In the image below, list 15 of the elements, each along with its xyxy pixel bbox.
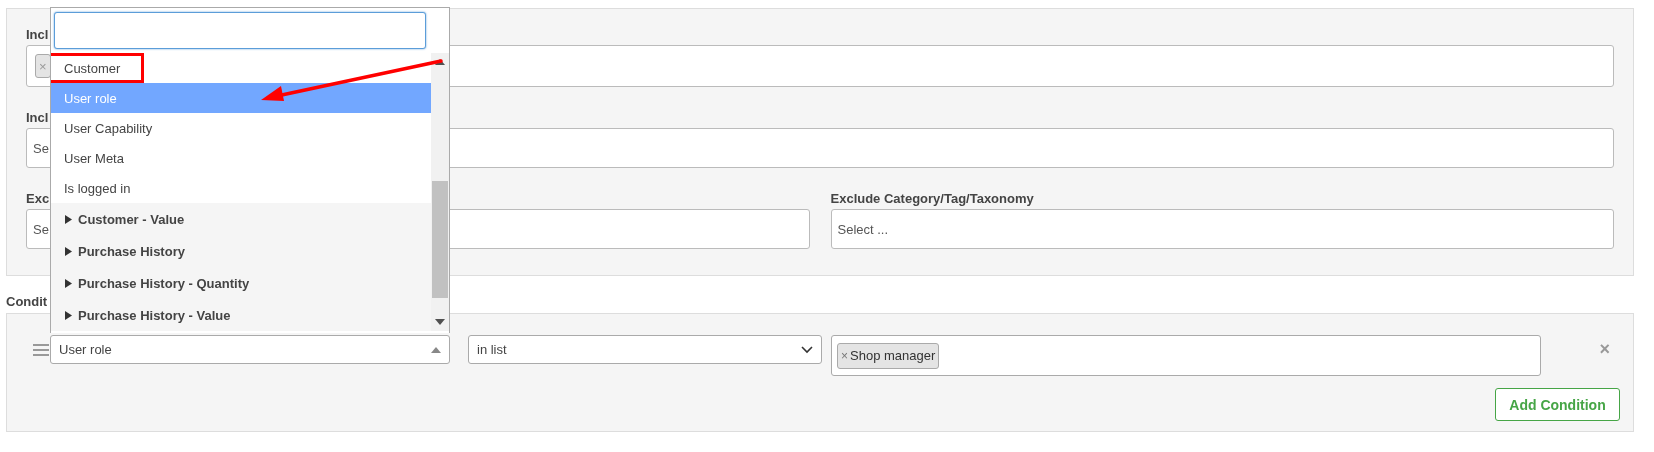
placeholder-text: Select ... [837,221,889,237]
group-label: Purchase History [78,243,185,259]
field-label: Incl [26,26,49,44]
field-label: Incl [26,109,49,127]
tag-label: Shop manager [850,348,936,363]
section-title: Condit [6,293,48,311]
field-label: Exc [26,190,50,208]
select-value: User role [59,342,112,357]
placeholder-text: Se [33,140,49,156]
placeholder-text: Se [33,221,49,237]
group-label: Customer - Value [78,211,185,227]
group-label: Purchase History - Value [78,307,231,323]
group-label: Purchase History - Quantity [78,275,250,291]
field-label: Exclude Category/Tag/Taxonomy [830,190,1034,208]
select-value: in list [477,342,507,357]
